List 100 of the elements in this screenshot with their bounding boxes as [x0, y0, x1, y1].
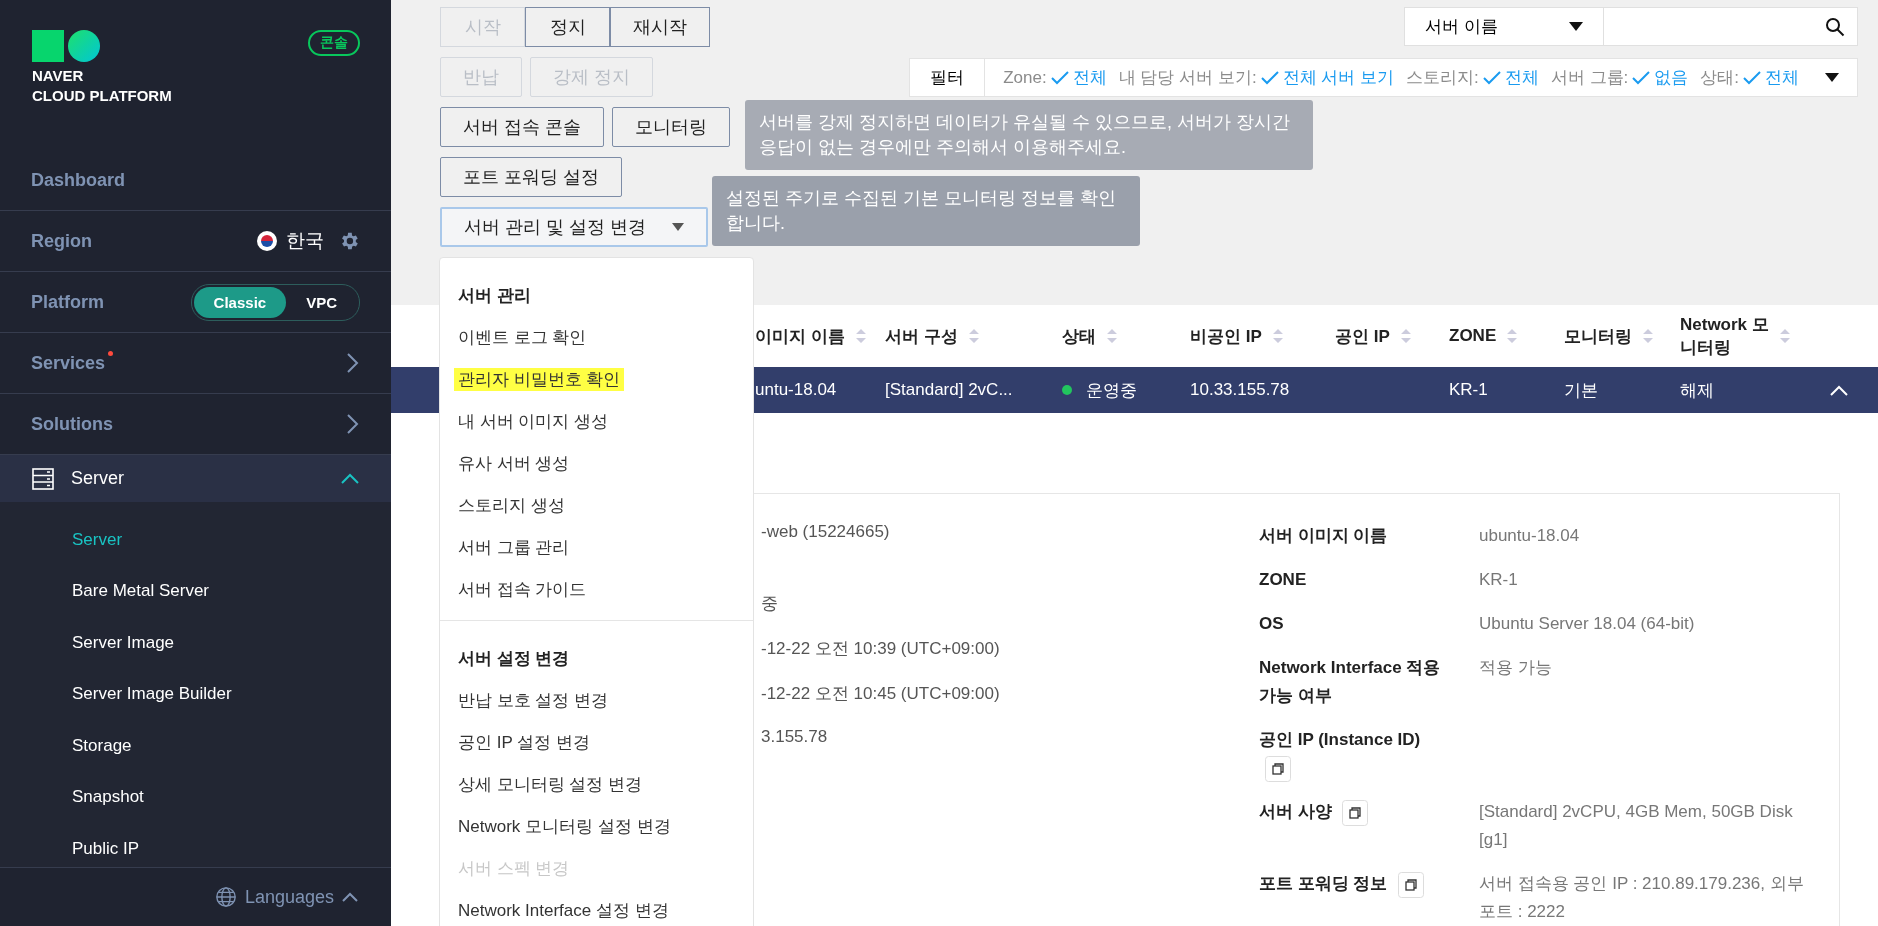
menu-item[interactable]: 서버 접속 가이드	[458, 577, 587, 601]
sort-icon	[1778, 328, 1791, 344]
submenu-item[interactable]: Bare Metal Server	[72, 565, 391, 617]
submenu-item[interactable]: Storage	[72, 720, 391, 772]
check-icon	[1632, 70, 1651, 85]
sort-icon	[1271, 328, 1284, 344]
column-header[interactable]: Network 모 니터링	[1680, 313, 1830, 359]
action-button[interactable]: 모니터링	[612, 107, 730, 147]
submenu-item[interactable]: Server	[72, 514, 391, 566]
action-button[interactable]: 서버 접속 콘솔	[440, 107, 604, 147]
server-icon	[31, 466, 55, 491]
menu-item[interactable]: 이벤트 로그 확인	[458, 325, 587, 349]
column-header[interactable]: ZONE	[1449, 326, 1564, 346]
column-header[interactable]: 이미지 이름	[755, 324, 885, 348]
check-icon	[1743, 70, 1761, 85]
menu-item[interactable]: 공인 IP 설정 변경	[458, 730, 590, 754]
menu-section-title: 서버 설정 변경	[458, 647, 571, 670]
detail-value: 적용 가능	[1479, 657, 1553, 679]
detail-value: Ubuntu Server 18.04 (64-bit)	[1479, 613, 1696, 635]
sort-icon	[1642, 328, 1654, 344]
detail-value: -12-22 오전 10:45 (UTC+09:00)	[761, 683, 1001, 705]
table-cell-text: [Standard] 2vC...	[885, 380, 1014, 400]
detail-label: ZONE	[1259, 570, 1307, 589]
detail-value: [Standard] 2vCPU, 4GB Mem, 50GB Disk [g1]	[1479, 801, 1794, 851]
detail-value: -12-22 오전 10:39 (UTC+09:00)	[761, 638, 1001, 660]
detail-value: KR-1	[1479, 569, 1519, 591]
menu-section-title: 서버 관리	[458, 284, 532, 307]
menu-item[interactable]: 스토리지 생성	[458, 493, 565, 517]
sort-icon	[1399, 328, 1412, 344]
filter-name: Zone:	[1003, 67, 1047, 88]
filter-name: 내 담당 서버 보기:	[1118, 67, 1257, 89]
check-icon	[1050, 70, 1069, 85]
menu-item[interactable]: 유사 서버 생성	[458, 451, 570, 475]
nav-item[interactable]: Services	[31, 352, 106, 374]
filter-name: 상태:	[1700, 67, 1739, 89]
chevron-right-icon[interactable]	[346, 352, 360, 374]
menu-item[interactable]: 관리자 비밀번호 확인	[454, 367, 625, 391]
table-cell-text: KR-1	[1449, 380, 1489, 400]
column-header[interactable]: 공인 IP	[1335, 324, 1449, 348]
filter-name: 서버 그룹:	[1550, 67, 1629, 89]
sort-icon	[1506, 328, 1519, 344]
column-header[interactable]: 모니터링	[1564, 324, 1680, 348]
submenu-item[interactable]: Server Image	[72, 617, 391, 669]
menu-item[interactable]: Network Interface 설정 변경	[458, 898, 669, 922]
chevron-right-icon[interactable]	[346, 413, 360, 435]
check-icon	[1260, 70, 1279, 85]
flag-icon	[256, 230, 278, 252]
column-header[interactable]: 상태	[1062, 324, 1190, 348]
detail-label: 공인 IP (Instance ID)	[1259, 730, 1421, 749]
brand-text: CLOUD PLATFORM	[32, 87, 173, 104]
languages-button[interactable]: Languages	[214, 886, 358, 908]
detail-value: 중	[761, 593, 779, 615]
action-button[interactable]: 포트 포워딩 설정	[440, 157, 622, 197]
sort-icon	[1106, 328, 1118, 344]
table-cell-text: 해제	[1680, 379, 1715, 402]
detail-value: ubuntu-18.04	[1479, 525, 1581, 547]
copy-icon[interactable]	[1398, 871, 1425, 898]
detail-value: 서버 접속용 공인 IP : 210.89.179.236, 외부 포트 : 2222	[1479, 873, 1805, 923]
nav-item[interactable]: Solutions	[31, 413, 113, 435]
caret-icon[interactable]	[1825, 73, 1839, 82]
platform-option[interactable]: VPC	[286, 286, 357, 318]
menu-item[interactable]: 서버 그룹 관리	[458, 535, 570, 559]
sort-icon	[854, 328, 867, 344]
nav-item[interactable]: Platform	[31, 291, 104, 313]
submenu-item[interactable]: Server Image Builder	[72, 668, 391, 720]
menu-item[interactable]: 상세 모니터링 설정 변경	[458, 772, 643, 796]
column-header[interactable]: 서버 구성	[885, 324, 1062, 348]
column-header[interactable]: 비공인 IP	[1190, 324, 1335, 348]
region-value[interactable]: 한국	[286, 228, 324, 254]
tooltip: 서버를 강제 정지하면 데이터가 유실될 수 있으므로, 서버가 장시간 응답이 없는 경우에만 주의해서 이용해주세요.	[745, 100, 1313, 170]
copy-icon[interactable]	[1342, 799, 1369, 826]
detail-label: Network Interface 적용 가능 여부	[1259, 658, 1441, 705]
menu-item[interactable]: Network 모니터링 설정 변경	[458, 814, 671, 838]
console-badge[interactable]: 콘솔	[308, 30, 360, 56]
detail-value: -web (15224665)	[761, 522, 891, 543]
detail-label: OS	[1259, 614, 1284, 633]
sort-icon	[967, 328, 980, 344]
copy-icon[interactable]	[1265, 755, 1291, 782]
nav-item[interactable]: Region	[31, 230, 92, 252]
table-cell: 운영중	[1062, 378, 1190, 402]
server-section-header[interactable]: Server	[0, 455, 391, 502]
caret-icon	[672, 223, 684, 231]
chevron-up-icon[interactable]	[340, 472, 360, 485]
table-cell-text: 10.33.155.78	[1190, 380, 1291, 400]
chevron-up-icon	[342, 892, 358, 902]
manage-dropdown-button[interactable]: 서버 관리 및 설정 변경	[440, 207, 708, 247]
logo-icon	[32, 30, 102, 64]
detail-label: 포트 포워딩 정보	[1259, 874, 1388, 893]
brand-text: NAVER	[32, 67, 85, 84]
tooltip: 설정된 주기로 수집된 기본 모니터링 정보를 확인합니다.	[712, 176, 1140, 246]
globe-icon	[214, 886, 237, 908]
detail-label: 서버 이미지 이름	[1259, 526, 1388, 545]
menu-item[interactable]: 반납 보호 설정 변경	[458, 688, 609, 712]
action-button[interactable]: 정지	[525, 7, 610, 47]
action-button[interactable]: 재시작	[610, 7, 710, 47]
submenu-item[interactable]: Snapshot	[72, 771, 391, 823]
check-icon	[1482, 70, 1501, 85]
submenu-item[interactable]: Public IP	[72, 823, 391, 867]
filter-label: 필터	[910, 59, 986, 96]
nav-item[interactable]: Dashboard	[31, 169, 126, 191]
